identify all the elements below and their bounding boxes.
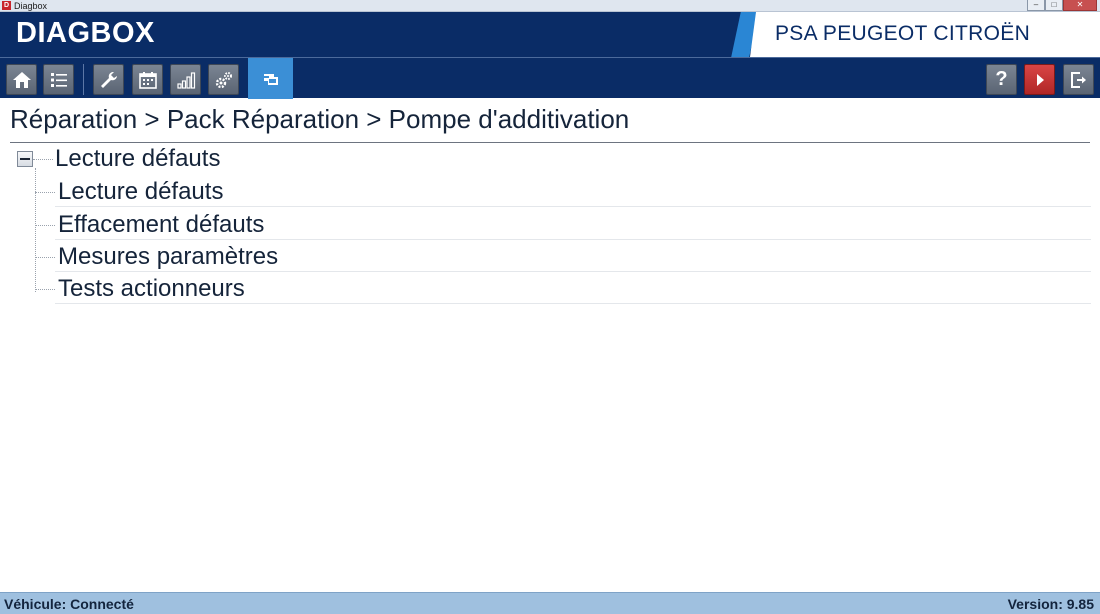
active-tab-highlight bbox=[248, 58, 293, 99]
list-icon bbox=[50, 72, 67, 87]
help-button[interactable]: ? bbox=[986, 64, 1017, 95]
close-button[interactable]: ✕ bbox=[1063, 0, 1097, 11]
tree-item-label: Lecture défauts bbox=[58, 178, 224, 205]
vehicle-diagnostic-icon bbox=[262, 73, 278, 85]
measures-button[interactable] bbox=[170, 64, 201, 95]
run-button[interactable] bbox=[1024, 64, 1055, 95]
list-button[interactable] bbox=[43, 64, 74, 95]
repair-button[interactable] bbox=[93, 64, 124, 95]
gears-icon bbox=[215, 71, 232, 88]
tree-item-tests-actionneurs[interactable]: Tests actionneurs bbox=[35, 272, 1091, 304]
row-divider bbox=[55, 303, 1091, 304]
exit-button[interactable] bbox=[1063, 64, 1094, 95]
window-title: Diagbox bbox=[14, 1, 48, 11]
tree-connector bbox=[35, 192, 55, 193]
minus-icon bbox=[20, 158, 30, 160]
tree-root-label[interactable]: Lecture défauts bbox=[55, 145, 220, 173]
status-bar: Véhicule: Connecté Version: 9.85 bbox=[0, 592, 1100, 614]
tree-item-label: Mesures paramètres bbox=[58, 243, 279, 270]
tree-connector bbox=[35, 225, 55, 226]
main-toolbar: ? bbox=[0, 57, 1100, 99]
tree-connector bbox=[35, 289, 55, 290]
vehicle-diagnostic-button[interactable] bbox=[255, 64, 286, 95]
home-icon bbox=[12, 71, 31, 88]
version-label: Version: 9.85 bbox=[1007, 596, 1094, 612]
minimize-button[interactable]: – bbox=[1027, 0, 1045, 11]
brand-logo-text: PSA PEUGEOT CITROËN bbox=[775, 22, 1031, 45]
breadcrumb: Réparation > Pack Réparation > Pompe d'a… bbox=[10, 104, 630, 134]
calendar-button[interactable] bbox=[132, 64, 163, 95]
tree-connector bbox=[33, 159, 53, 160]
bar-chart-icon bbox=[176, 71, 195, 89]
tree-connector bbox=[35, 257, 55, 258]
exit-icon bbox=[1070, 71, 1086, 88]
os-titlebar: D Diagbox – □ ✕ bbox=[0, 0, 1100, 12]
tree-item-effacement-defauts[interactable]: Effacement défauts bbox=[35, 208, 1091, 240]
tree-item-lecture-defauts[interactable]: Lecture défauts bbox=[35, 175, 1091, 207]
wrench-icon bbox=[100, 71, 117, 88]
app-header: DIAGBOX PSA PEUGEOT CITROËN bbox=[0, 12, 1100, 57]
tree-collapse-toggle[interactable] bbox=[17, 151, 33, 167]
settings-button[interactable] bbox=[208, 64, 239, 95]
home-button[interactable] bbox=[6, 64, 37, 95]
app-title: DIAGBOX bbox=[16, 17, 155, 49]
row-divider bbox=[55, 206, 1091, 207]
app-icon: D bbox=[2, 1, 11, 10]
breadcrumb-divider bbox=[10, 142, 1090, 143]
tree-item-label: Tests actionneurs bbox=[58, 275, 245, 302]
calendar-icon bbox=[138, 71, 157, 89]
play-icon bbox=[1036, 73, 1044, 86]
tree-item-label: Effacement défauts bbox=[58, 211, 265, 238]
toolbar-separator bbox=[83, 64, 84, 95]
help-icon: ? bbox=[995, 68, 1008, 90]
maximize-button[interactable]: □ bbox=[1045, 0, 1063, 11]
tree-item-mesures-parametres[interactable]: Mesures paramètres bbox=[35, 240, 1091, 272]
vehicle-status: Véhicule: Connecté bbox=[4, 596, 134, 612]
